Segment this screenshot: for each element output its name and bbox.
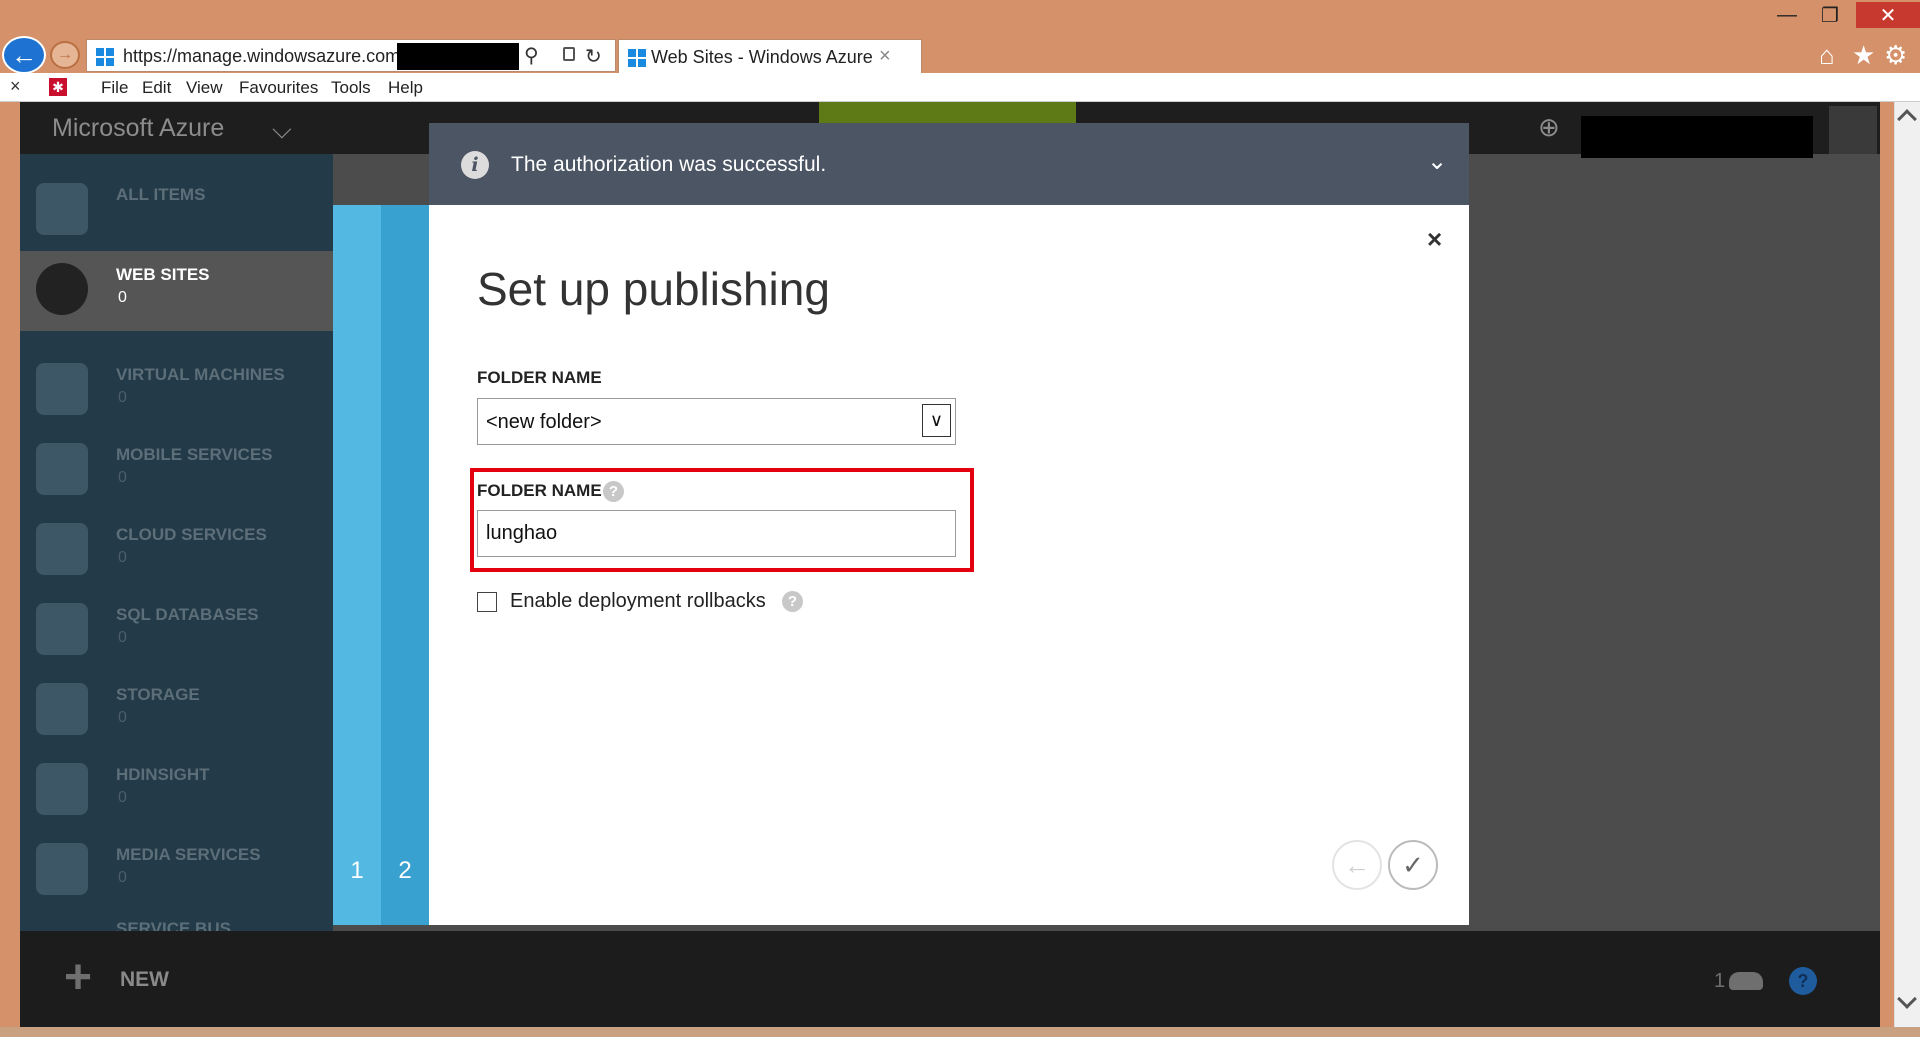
help-icon[interactable]: ? (603, 481, 624, 502)
folder-select[interactable]: <new folder> ∨ (477, 398, 956, 445)
folder-select-value: <new folder> (486, 411, 602, 433)
grid-icon (36, 183, 88, 235)
sidebar-item-hdinsight[interactable]: HDINSIGHT 0 (20, 751, 333, 831)
sidebar-item-media-services[interactable]: MEDIA SERVICES 0 (20, 831, 333, 911)
settings-gear-icon[interactable]: ⚙ (1884, 40, 1907, 71)
sidebar-item-all-items[interactable]: ALL ITEMS (20, 171, 333, 251)
menu-help[interactable]: Help (388, 78, 423, 98)
step-number: 1 (350, 857, 364, 884)
menu-favourites[interactable]: Favourites (239, 78, 318, 98)
windows-logo-icon (628, 49, 646, 67)
redacted-account (1581, 116, 1813, 158)
complete-button[interactable]: ✓ (1388, 840, 1438, 890)
redacted-region (397, 43, 519, 70)
sidebar-item-sql-databases[interactable]: SQL DATABASES 0 (20, 591, 333, 671)
scroll-down-icon[interactable] (1897, 989, 1917, 1009)
address-bar[interactable]: https://manage.windowsazure.com/ ⚲ ↻ (86, 39, 616, 72)
notification-bar: i The authorization was successful. ⌄ (429, 123, 1469, 205)
menu-file[interactable]: File (101, 78, 128, 98)
chevron-down-icon[interactable]: ⌵ (272, 114, 292, 146)
chevron-down-icon[interactable]: ⌄ (1427, 147, 1447, 176)
url-text[interactable]: https://manage.windowsazure.com/ (123, 46, 405, 67)
lock-icon (563, 47, 575, 61)
home-icon[interactable]: ⌂ (1819, 40, 1835, 71)
minimize-button[interactable]: — (1772, 2, 1802, 28)
cloud-gear-icon (36, 523, 88, 575)
sidebar-item-storage[interactable]: STORAGE 0 (20, 671, 333, 751)
sidebar-item-virtual-machines[interactable]: VIRTUAL MACHINES 0 (20, 351, 333, 431)
folder-name-input[interactable] (477, 510, 956, 557)
close-icon[interactable]: × (1427, 224, 1442, 255)
globe-icon (36, 263, 88, 315)
plus-icon[interactable]: + (64, 954, 92, 1002)
mobile-icon (36, 443, 88, 495)
menu-tools[interactable]: Tools (331, 78, 371, 98)
close-window-button[interactable]: ✕ (1856, 2, 1920, 28)
progress-indicator (819, 102, 1076, 123)
menu-view[interactable]: View (186, 78, 223, 98)
database-icon (36, 603, 88, 655)
brand-title[interactable]: Microsoft Azure (52, 114, 224, 143)
info-icon: i (461, 151, 489, 179)
menu-bar: × ✱ File Edit View Favourites Tools Help (0, 73, 1920, 102)
search-icon[interactable]: ⚲ (524, 43, 539, 68)
sidebar-item-mobile-services[interactable]: MOBILE SERVICES 0 (20, 431, 333, 511)
cloud-count: 1 (1714, 970, 1726, 992)
scrollbar[interactable] (1894, 102, 1920, 1027)
step-indicator-2[interactable]: 2 (381, 205, 429, 925)
chevron-down-icon[interactable]: ∨ (922, 404, 951, 437)
step-indicator-1[interactable]: 1 (333, 205, 381, 925)
refresh-icon[interactable]: ↻ (585, 44, 602, 69)
rollback-checkbox[interactable] (477, 592, 497, 612)
tab-close-icon[interactable]: × (879, 45, 891, 68)
table-icon (36, 683, 88, 735)
tab-title: Web Sites - Windows Azure (651, 47, 873, 67)
step-number: 2 (398, 857, 412, 884)
help-icon[interactable]: ? (782, 591, 803, 612)
sidebar-item-cloud-services[interactable]: CLOUD SERVICES 0 (20, 511, 333, 591)
command-bar (20, 931, 1880, 1027)
help-icon[interactable]: ? (1789, 967, 1817, 995)
folder-select-label: FOLDER NAME (477, 368, 602, 387)
play-icon (36, 843, 88, 895)
arrow-left-icon: ← (1344, 849, 1370, 880)
addon-icon[interactable]: ✱ (49, 78, 67, 96)
menu-edit[interactable]: Edit (142, 78, 171, 98)
avatar[interactable] (1829, 106, 1877, 154)
new-button[interactable]: NEW (120, 968, 169, 992)
cloud-icon[interactable] (1729, 972, 1763, 990)
windows-logo-icon (96, 48, 114, 66)
restore-button[interactable]: ❐ (1815, 2, 1845, 28)
arrow-right-icon: → (57, 46, 73, 63)
forward-button[interactable]: → (50, 41, 80, 69)
checkmark-icon: ✓ (1402, 849, 1424, 880)
rollback-label: Enable deployment rollbacks (510, 590, 766, 612)
taskbar (0, 1027, 1920, 1037)
folder-input-label: FOLDER NAME (477, 481, 602, 500)
elephant-icon (36, 763, 88, 815)
monitor-icon (36, 363, 88, 415)
previous-button[interactable]: ← (1332, 840, 1382, 890)
favorites-icon[interactable]: ★ (1852, 40, 1875, 71)
sidebar-item-service-bus[interactable]: SERVICE BUS (20, 911, 333, 931)
globe-icon[interactable]: ⊕ (1538, 112, 1560, 143)
dialog-title: Set up publishing (477, 263, 830, 315)
sidebar-item-web-sites[interactable]: WEB SITES 0 (20, 251, 333, 331)
browser-tab[interactable]: Web Sites - Windows Azure × (618, 39, 922, 73)
notification-text: The authorization was successful. (511, 153, 827, 176)
back-button[interactable]: ← (2, 36, 46, 74)
arrow-left-icon: ← (11, 39, 37, 70)
scroll-up-icon[interactable] (1897, 109, 1917, 129)
close-icon[interactable]: × (10, 76, 21, 97)
